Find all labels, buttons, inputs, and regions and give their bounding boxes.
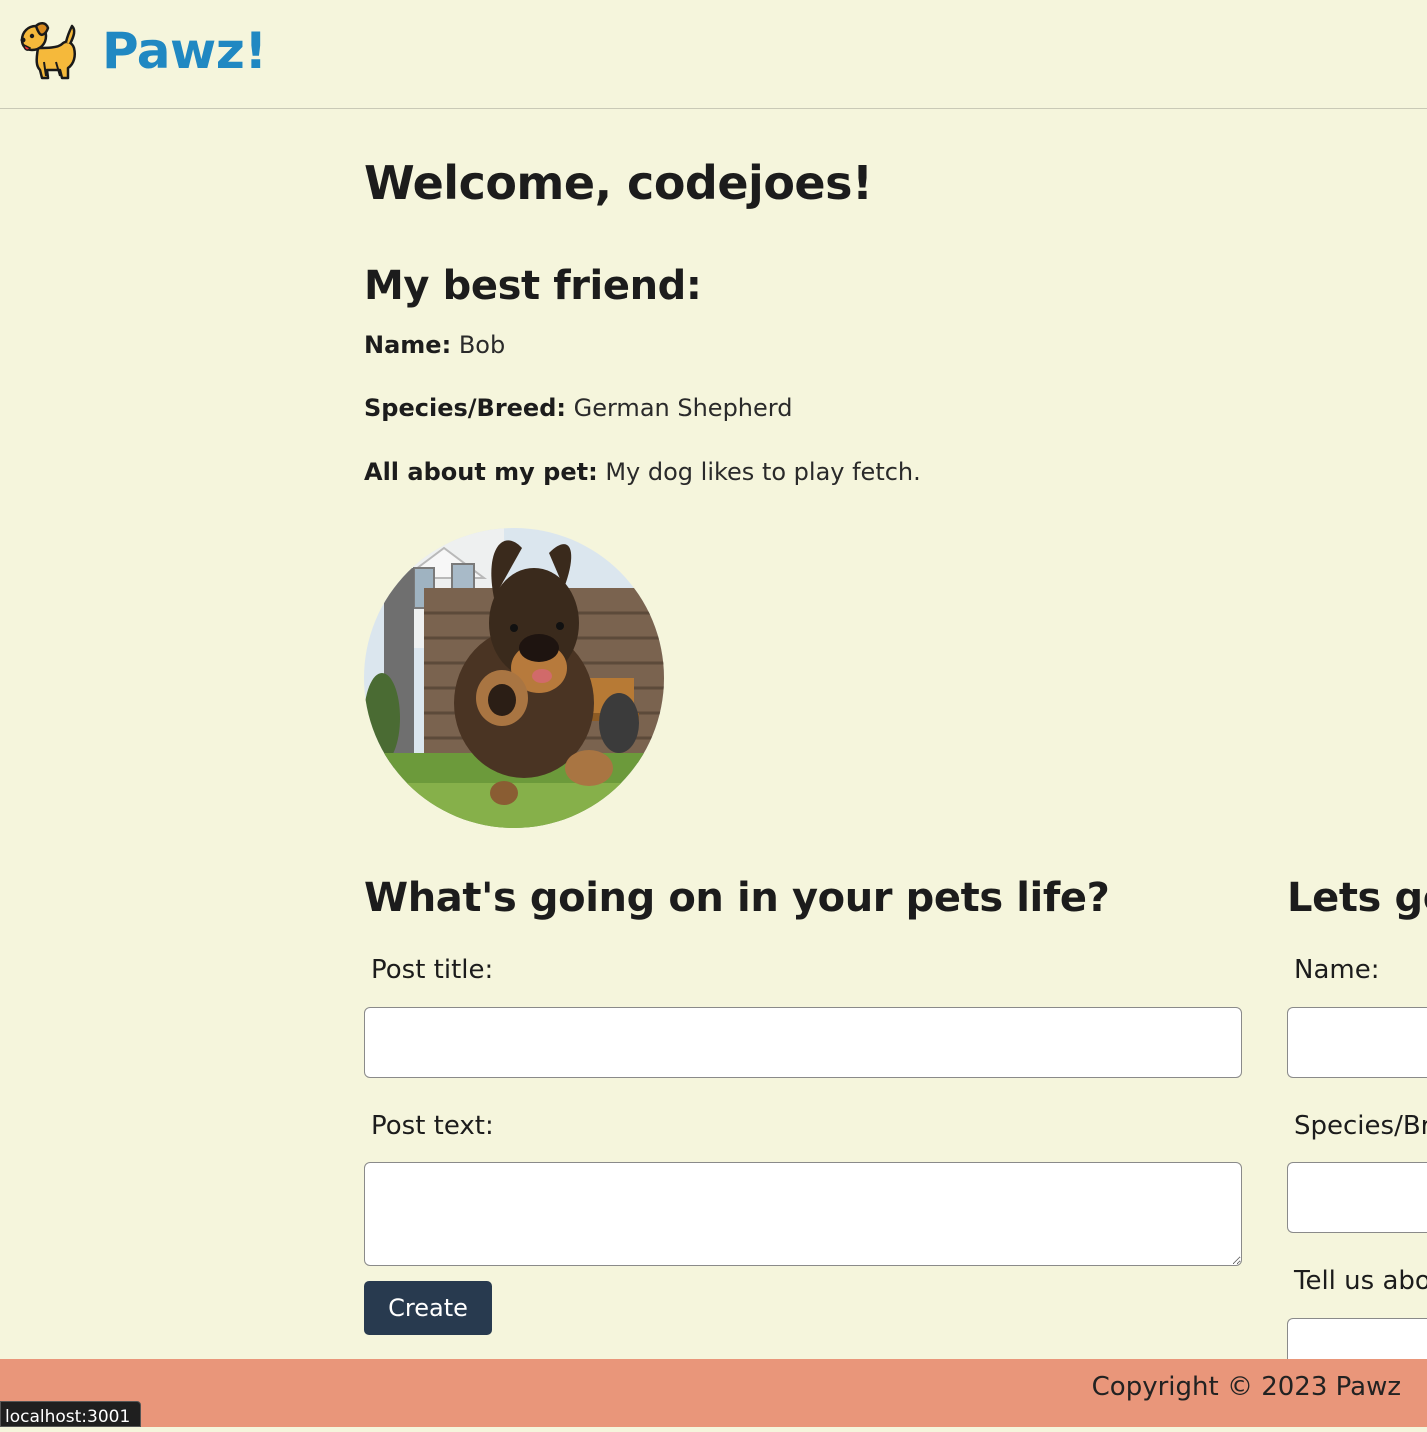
post-title-input[interactable] bbox=[364, 1007, 1242, 1078]
pet-name-label: Name: bbox=[364, 331, 452, 359]
post-title-label: Post title: bbox=[371, 955, 494, 985]
pet-name-value: Bob bbox=[458, 331, 506, 359]
site-header: Pawz! bbox=[0, 0, 1427, 109]
post-form-heading: What's going on in your pets life? bbox=[364, 875, 1110, 921]
pet-form-heading: Lets ge bbox=[1287, 875, 1427, 921]
pet-name-row: Name: Bob bbox=[364, 330, 505, 360]
pet-breed-label: Species/Breed: bbox=[364, 394, 566, 422]
pet-about-value: My dog likes to play fetch. bbox=[605, 458, 921, 486]
status-bar-url: localhost:3001 bbox=[0, 1401, 142, 1427]
pet-breed-value: German Shepherd bbox=[573, 394, 793, 422]
pet-breed-field-label: Species/Br bbox=[1294, 1111, 1427, 1141]
best-friend-heading: My best friend: bbox=[364, 263, 702, 309]
pet-about-field-label: Tell us abo bbox=[1294, 1266, 1427, 1296]
create-post-button[interactable]: Create bbox=[364, 1281, 492, 1335]
dog-icon bbox=[20, 22, 76, 80]
post-text-label: Post text: bbox=[371, 1111, 494, 1141]
puppy-photo-illustration bbox=[364, 528, 664, 828]
pet-about-row: All about my pet: My dog likes to play f… bbox=[364, 457, 921, 487]
post-text-textarea[interactable] bbox=[364, 1162, 1242, 1266]
site-footer: Copyright © 2023 Pawz bbox=[0, 1359, 1427, 1427]
pet-name-field-label: Name: bbox=[1294, 955, 1380, 985]
pet-breed-row: Species/Breed: German Shepherd bbox=[364, 393, 792, 423]
copyright-text: Copyright © 2023 Pawz bbox=[1091, 1372, 1401, 1402]
pet-about-label: All about my pet: bbox=[364, 458, 598, 486]
pet-breed-input[interactable] bbox=[1287, 1162, 1427, 1233]
pet-name-input[interactable] bbox=[1287, 1007, 1427, 1078]
page-title: Welcome, codejoes! bbox=[364, 156, 873, 210]
pet-photo bbox=[364, 528, 664, 828]
brand-name[interactable]: Pawz! bbox=[102, 18, 267, 84]
brand-home-link[interactable]: Pawz! bbox=[16, 18, 267, 84]
